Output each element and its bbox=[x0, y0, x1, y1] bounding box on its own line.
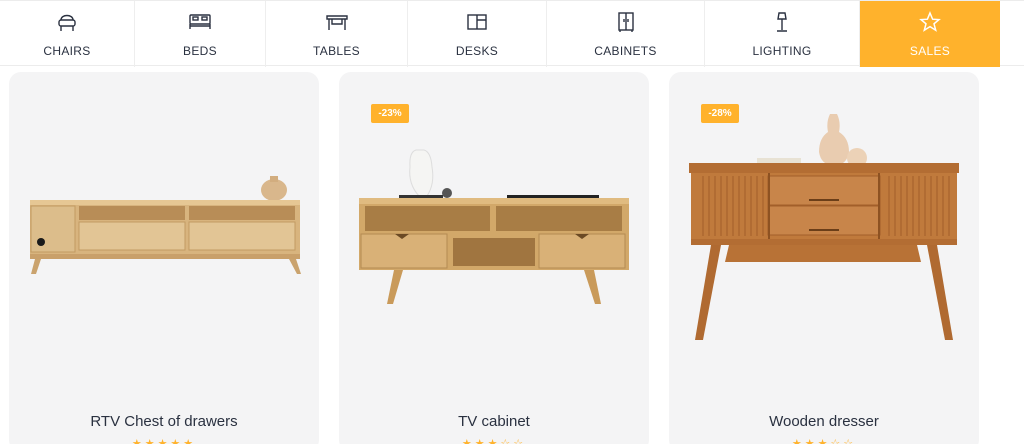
rating-stars: ★★★☆☆ bbox=[461, 438, 527, 444]
rating-stars: ★★★☆☆ bbox=[791, 438, 857, 444]
nav-item-lighting[interactable]: LIGHTING bbox=[705, 1, 860, 67]
nav-item-tables[interactable]: TABLES bbox=[266, 1, 408, 67]
product-card[interactable]: RTV Chest of drawers ★★★★★ bbox=[9, 72, 319, 444]
product-title: RTV Chest of drawers bbox=[90, 413, 238, 430]
desk-icon bbox=[467, 14, 487, 30]
product-image bbox=[689, 114, 959, 340]
nav-label: BEDS bbox=[183, 44, 217, 58]
category-nav: CHAIRS BEDS TABLES DESKS CABINETS LIGHTI… bbox=[0, 0, 1024, 67]
nav-item-beds[interactable]: BEDS bbox=[135, 1, 266, 67]
nav-item-sales[interactable]: SALES bbox=[860, 1, 1000, 67]
product-title: TV cabinet bbox=[458, 413, 530, 430]
cabinet-icon bbox=[617, 12, 634, 32]
nav-item-desks[interactable]: DESKS bbox=[408, 1, 547, 67]
star-icon bbox=[919, 11, 941, 32]
rating-stars: ★★★★★ bbox=[131, 438, 197, 444]
nav-label: SALES bbox=[909, 44, 951, 58]
nav-label: CABINETS bbox=[594, 44, 657, 58]
chair-icon bbox=[58, 14, 76, 31]
nav-item-chairs[interactable]: CHAIRS bbox=[0, 1, 135, 67]
nav-label: CHAIRS bbox=[43, 44, 91, 58]
nav-item-cabinets[interactable]: CABINETS bbox=[547, 1, 705, 67]
lamp-icon bbox=[777, 12, 787, 32]
nav-label: DESKS bbox=[455, 44, 499, 58]
product-card[interactable]: -23% TV cabinet ★★★☆☆ bbox=[339, 72, 649, 444]
table-icon bbox=[325, 15, 348, 30]
product-image bbox=[30, 176, 301, 274]
nav-label: TABLES bbox=[313, 44, 360, 58]
product-card[interactable]: -28% Wooden dresser ★★★☆☆ bbox=[669, 72, 979, 444]
bed-icon bbox=[189, 14, 211, 29]
product-image bbox=[359, 149, 629, 304]
product-title: Wooden dresser bbox=[769, 413, 879, 430]
nav-label: LIGHTING bbox=[752, 44, 812, 58]
